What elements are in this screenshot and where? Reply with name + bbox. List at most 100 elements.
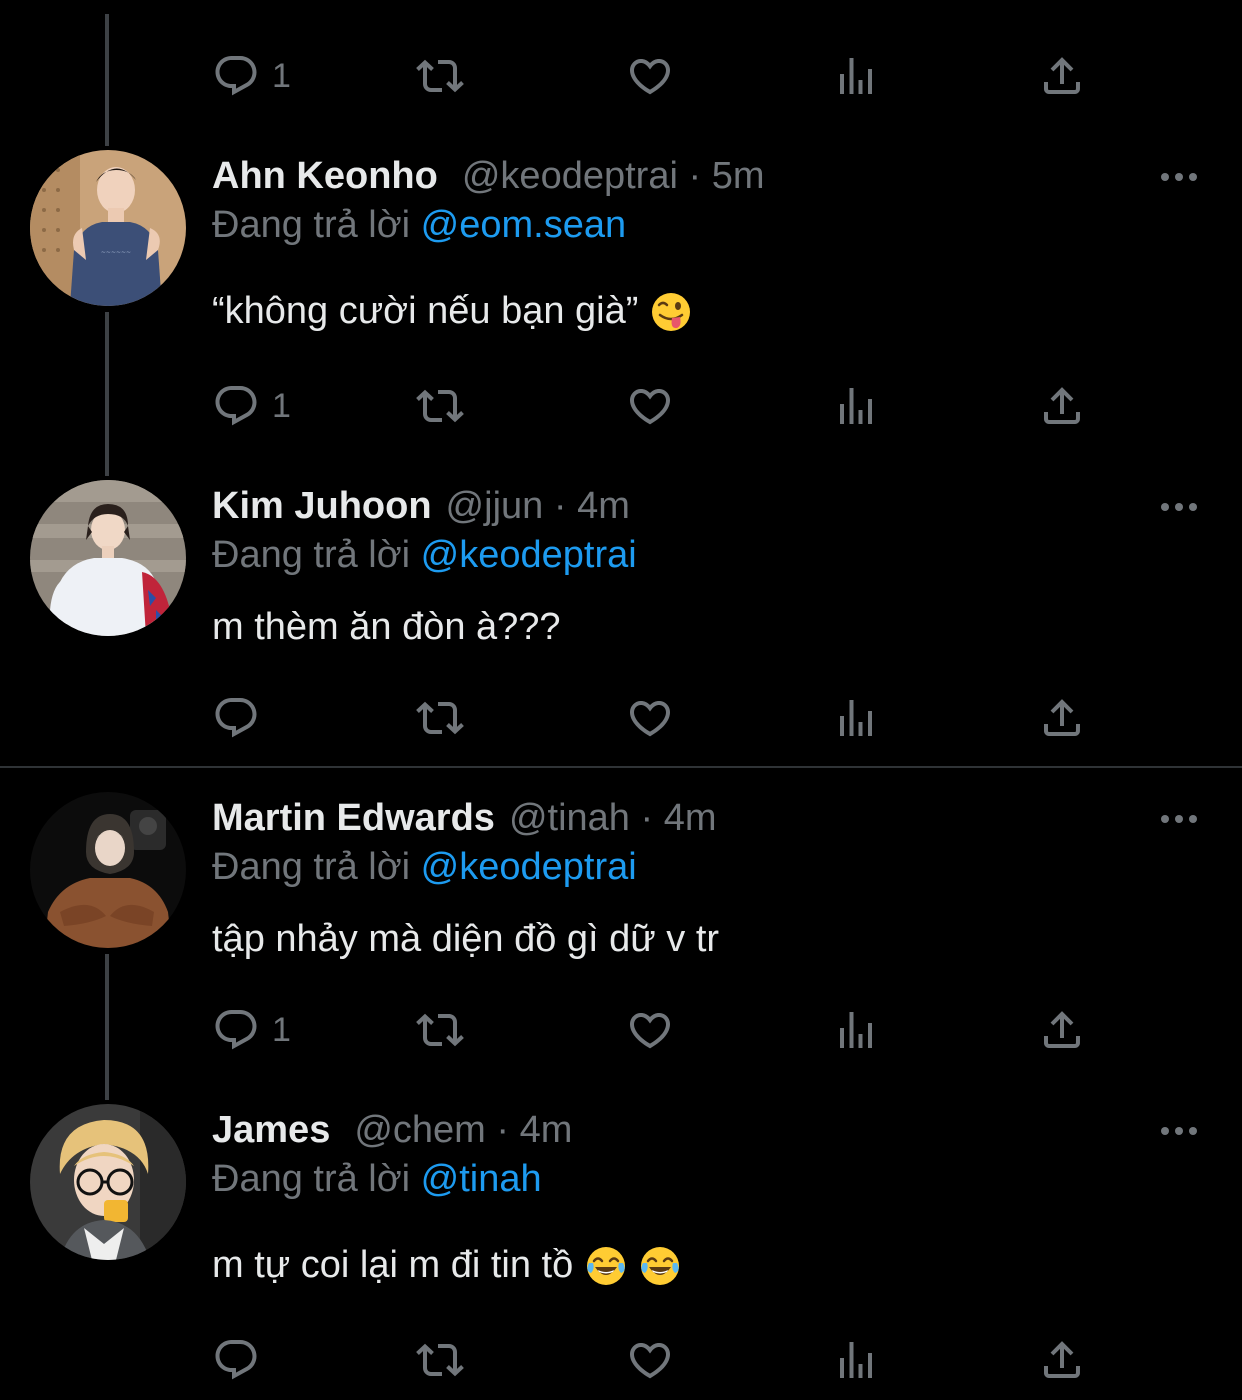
avatar[interactable] [30, 792, 186, 948]
reply-mention-link[interactable]: @eom.sean [421, 204, 626, 246]
tweet-ahn-keonho[interactable]: ~~~~~~ Ahn Keonho @keodeptrai · 5m Đang … [0, 150, 1242, 450]
analytics-icon [832, 694, 880, 742]
replying-to: Đang trả lời @eom.sean [212, 204, 626, 247]
conversation-divider [0, 766, 1242, 768]
share-icon [1038, 52, 1086, 100]
reply-button[interactable]: 1 [212, 1004, 291, 1056]
share-button[interactable] [1038, 380, 1086, 432]
tweet-text: “không cười nếu bạn già” [212, 290, 692, 333]
replying-to: Đang trả lời @keodeptrai [212, 534, 637, 577]
action-bar [212, 1334, 1212, 1386]
retweet-button[interactable] [416, 50, 464, 102]
like-icon [626, 1006, 674, 1054]
tweet-text-content: “không cười nếu bạn già” [212, 290, 639, 332]
display-name[interactable]: James [212, 1109, 330, 1152]
action-bar: 1 [212, 380, 1212, 432]
analytics-button[interactable] [832, 1334, 880, 1386]
display-name[interactable]: Ahn Keonho [212, 155, 438, 198]
timestamp[interactable]: 4m [520, 1109, 573, 1152]
reply-mention-link[interactable]: @keodeptrai [421, 846, 637, 888]
display-name[interactable]: Martin Edwards [212, 797, 495, 840]
retweet-button[interactable] [416, 1004, 464, 1056]
reply-mention-link[interactable]: @keodeptrai [421, 534, 637, 576]
reply-icon [212, 1006, 260, 1054]
more-icon [1161, 1127, 1197, 1135]
winking-face-with-tongue-icon [650, 291, 692, 333]
more-icon [1161, 503, 1197, 511]
handle[interactable]: @tinah [509, 797, 630, 840]
reply-button[interactable]: 1 [212, 50, 291, 102]
like-button[interactable] [626, 692, 674, 744]
like-icon [626, 694, 674, 742]
like-button[interactable] [626, 380, 674, 432]
avatar[interactable]: ~~~~~~ [30, 150, 186, 306]
handle[interactable]: @keodeptrai [462, 155, 678, 198]
retweet-icon [416, 382, 464, 430]
reply-icon [212, 1336, 260, 1384]
timestamp[interactable]: 4m [664, 797, 717, 840]
like-icon [626, 382, 674, 430]
avatar[interactable] [30, 1104, 186, 1260]
tweet-text: tập nhảy mà diện đồ gì dữ v tr [212, 918, 719, 961]
svg-text:~~~~~~: ~~~~~~ [101, 249, 131, 256]
analytics-button[interactable] [832, 50, 880, 102]
analytics-button[interactable] [832, 380, 880, 432]
tweet-text-content: m thèm ăn đòn à??? [212, 606, 561, 648]
retweet-icon [416, 1336, 464, 1384]
more-options-button[interactable] [1158, 162, 1200, 192]
tweet-text-content: m tự coi lại m đi tin tồ [212, 1244, 574, 1286]
reply-button[interactable]: 1 [212, 380, 291, 432]
share-icon [1038, 1336, 1086, 1384]
like-button[interactable] [626, 1004, 674, 1056]
replying-to-label: Đang trả lời [212, 1158, 421, 1200]
separator-dot: · [543, 484, 578, 527]
share-icon [1038, 694, 1086, 742]
analytics-button[interactable] [832, 692, 880, 744]
share-button[interactable] [1038, 1004, 1086, 1056]
tweet-header: James @chem · 4m [212, 1104, 572, 1156]
like-button[interactable] [626, 1334, 674, 1386]
separator-dot: · [485, 1108, 520, 1151]
replying-to-label: Đang trả lời [212, 846, 421, 888]
share-button[interactable] [1038, 50, 1086, 102]
replying-to: Đang trả lời @tinah [212, 1158, 542, 1201]
reply-button[interactable] [212, 692, 272, 744]
more-icon [1161, 815, 1197, 823]
share-button[interactable] [1038, 1334, 1086, 1386]
tweet-kim-juhoon[interactable]: Kim Juhoon @jjun · 4m Đang trả lời @keod… [0, 480, 1242, 760]
analytics-icon [832, 1336, 880, 1384]
reply-icon [212, 694, 260, 742]
handle[interactable]: @chem [354, 1109, 486, 1152]
share-button[interactable] [1038, 692, 1086, 744]
retweet-button[interactable] [416, 692, 464, 744]
retweet-button[interactable] [416, 380, 464, 432]
reply-count: 1 [272, 386, 291, 425]
handle[interactable]: @jjun [446, 485, 544, 528]
more-options-button[interactable] [1158, 1116, 1200, 1146]
tweet-james[interactable]: James @chem · 4m Đang trả lời @tinah m t… [0, 1104, 1242, 1400]
retweet-button[interactable] [416, 1334, 464, 1386]
timestamp[interactable]: 5m [712, 155, 765, 198]
reply-button[interactable] [212, 1334, 272, 1386]
avatar[interactable] [30, 480, 186, 636]
analytics-icon [832, 52, 880, 100]
like-button[interactable] [626, 50, 674, 102]
reply-mention-link[interactable]: @tinah [421, 1158, 542, 1200]
action-bar [212, 692, 1212, 744]
reply-count: 1 [272, 1010, 291, 1049]
retweet-icon [416, 1006, 464, 1054]
display-name[interactable]: Kim Juhoon [212, 485, 432, 528]
tweet-martin-edwards[interactable]: Martin Edwards @tinah · 4m Đang trả lời … [0, 792, 1242, 1092]
analytics-icon [832, 382, 880, 430]
replying-to-label: Đang trả lời [212, 534, 421, 576]
reply-icon [212, 52, 260, 100]
timestamp[interactable]: 4m [577, 485, 630, 528]
separator-dot: · [677, 154, 712, 197]
more-options-button[interactable] [1158, 804, 1200, 834]
separator-dot: · [629, 796, 664, 839]
action-bar: 1 [212, 1004, 1212, 1056]
tweet-thread: 1 ~~~~~~ Ahn Keonho @keodeptrai · 5m Đan… [0, 0, 1242, 1400]
analytics-button[interactable] [832, 1004, 880, 1056]
more-options-button[interactable] [1158, 492, 1200, 522]
like-icon [626, 1336, 674, 1384]
